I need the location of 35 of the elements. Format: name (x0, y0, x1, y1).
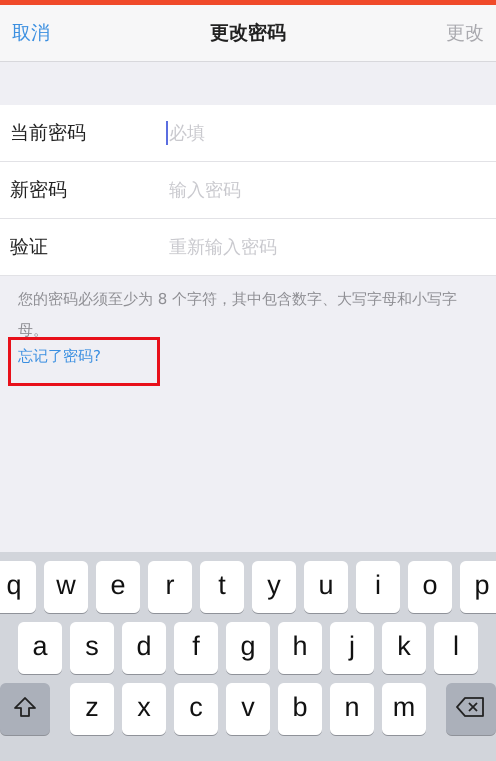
password-requirements: 您的密码必须至少为 8 个字符，其中包含数字、大写字母和小写字母。 (18, 289, 458, 341)
key[interactable]: x (122, 683, 166, 735)
key[interactable]: b (278, 683, 322, 735)
key[interactable]: h (278, 622, 322, 674)
delete-key[interactable] (446, 683, 496, 735)
key[interactable]: a (18, 622, 62, 674)
key[interactable]: d (122, 622, 166, 674)
key[interactable]: j (330, 622, 374, 674)
key[interactable]: o (408, 561, 452, 613)
key[interactable]: f (174, 622, 218, 674)
key[interactable]: v (226, 683, 270, 735)
screen-title: 更改密码 (210, 21, 286, 46)
field-label: 新密码 (10, 178, 68, 203)
shift-icon (13, 696, 37, 718)
key[interactable]: i (356, 561, 400, 613)
backspace-icon (456, 696, 486, 718)
key[interactable]: t (200, 561, 244, 613)
key[interactable]: g (226, 622, 270, 674)
key[interactable]: r (148, 561, 192, 613)
key[interactable]: z (70, 683, 114, 735)
key[interactable]: c (174, 683, 218, 735)
key[interactable]: n (330, 683, 374, 735)
key[interactable]: u (304, 561, 348, 613)
key[interactable]: m (382, 683, 426, 735)
key[interactable]: s (70, 622, 114, 674)
key[interactable]: q (0, 561, 36, 613)
key[interactable]: k (382, 622, 426, 674)
key[interactable]: l (434, 622, 478, 674)
key[interactable]: w (44, 561, 88, 613)
shift-key[interactable] (0, 683, 50, 735)
field-label: 当前密码 (10, 121, 87, 146)
key[interactable]: p (460, 561, 496, 613)
field-label: 验证 (10, 235, 49, 260)
key[interactable]: y (252, 561, 296, 613)
key[interactable]: e (96, 561, 140, 613)
